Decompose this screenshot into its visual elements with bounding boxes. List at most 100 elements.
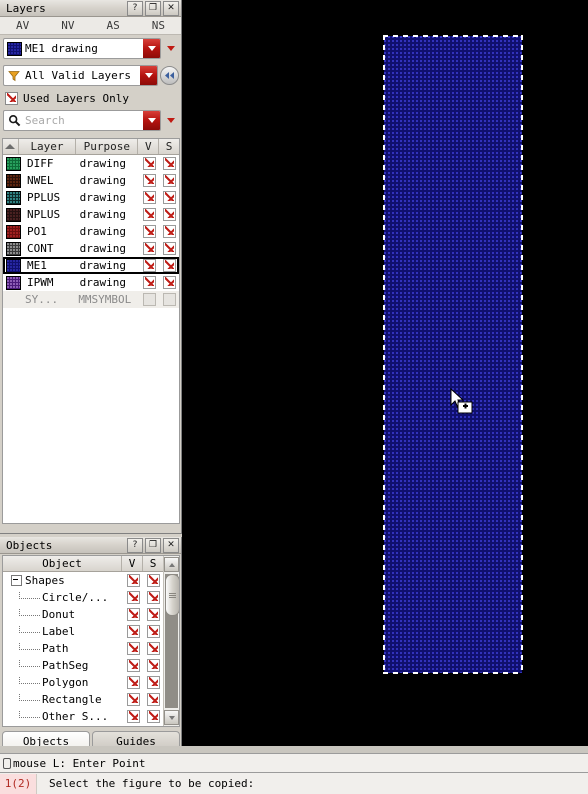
object-visible-checkbox[interactable] (126, 693, 140, 706)
layer-row[interactable]: DIFF drawing (3, 155, 179, 172)
object-row[interactable]: Path (3, 640, 163, 657)
object-selectable-checkbox[interactable] (146, 574, 160, 587)
objects-scroll-thumb[interactable] (165, 574, 179, 616)
object-row[interactable]: PathSeg (3, 657, 163, 674)
layer-visible-checkbox[interactable] (143, 191, 157, 204)
object-visible-checkbox[interactable] (126, 642, 140, 655)
toggle-av[interactable]: AV (0, 19, 45, 32)
layers-col-selectable[interactable]: S (159, 139, 179, 154)
tree-branch-line (19, 608, 40, 616)
layer-row[interactable]: SY... MMSYMBOL (3, 291, 179, 308)
layer-search-dropdown-arrow[interactable] (143, 111, 160, 130)
object-selectable-checkbox[interactable] (146, 642, 160, 655)
object-row[interactable]: Shapes (3, 572, 163, 589)
layer-visible-checkbox[interactable] (143, 242, 157, 255)
current-layer-swatch-icon (4, 41, 24, 56)
rewind-icon[interactable] (160, 66, 179, 85)
layer-search-menu-arrow[interactable] (163, 113, 179, 129)
layer-selectable-checkbox[interactable] (162, 293, 176, 306)
layout-canvas[interactable] (186, 0, 588, 746)
layers-col-layer[interactable]: Layer (19, 139, 77, 154)
object-visible-checkbox[interactable] (126, 574, 140, 587)
layer-visible-checkbox[interactable] (143, 157, 157, 170)
used-layers-only-row[interactable]: Used Layers Only (0, 89, 181, 107)
layer-row[interactable]: PO1 drawing (3, 223, 179, 240)
object-selectable-checkbox[interactable] (146, 659, 160, 672)
object-row[interactable]: Rectangle (3, 691, 163, 708)
layer-visible-checkbox[interactable] (143, 208, 157, 221)
restore-icon[interactable]: ❐ (145, 0, 161, 16)
scroll-down-icon[interactable] (164, 710, 179, 725)
objects-scrollbar[interactable] (163, 556, 179, 726)
current-layer-dropdown-arrow[interactable] (143, 39, 160, 58)
toggle-nv[interactable]: NV (45, 19, 90, 32)
layer-filter-combo[interactable]: All Valid Layers (3, 65, 158, 86)
tree-branch-line (19, 693, 40, 701)
object-selectable-checkbox[interactable] (146, 710, 160, 723)
layer-selectable-checkbox[interactable] (162, 225, 176, 238)
toggle-ns[interactable]: NS (136, 19, 181, 32)
scroll-up-icon[interactable] (164, 557, 179, 572)
layer-row[interactable]: IPWM drawing (3, 274, 179, 291)
objects-col-object[interactable]: Object (3, 556, 122, 571)
current-layer-label: ME1 drawing (25, 42, 98, 55)
toggle-as[interactable]: AS (91, 19, 136, 32)
selected-rectangle[interactable] (384, 36, 522, 673)
layer-selectable-checkbox[interactable] (162, 208, 176, 221)
object-row[interactable]: Polygon (3, 674, 163, 691)
restore-icon[interactable]: ❐ (145, 537, 161, 553)
layer-selectable-checkbox[interactable] (162, 157, 176, 170)
object-visible-checkbox[interactable] (126, 710, 140, 723)
layer-selectable-checkbox[interactable] (162, 191, 176, 204)
layer-filter-dropdown-arrow[interactable] (140, 66, 157, 85)
object-selectable-checkbox[interactable] (146, 625, 160, 638)
object-selectable-checkbox[interactable] (146, 591, 160, 604)
objects-col-visible[interactable]: V (122, 556, 143, 571)
used-layers-only-checkbox[interactable] (5, 91, 18, 105)
current-layer-combo[interactable]: ME1 drawing (3, 38, 161, 59)
layers-table[interactable]: Layer Purpose V S DIFF drawing NWEL drawing… (2, 138, 180, 524)
object-selectable-checkbox[interactable] (146, 608, 160, 621)
layer-selectable-checkbox[interactable] (162, 242, 176, 255)
layer-row[interactable]: NPLUS drawing (3, 206, 179, 223)
layer-search-field[interactable]: Search (3, 110, 161, 131)
tree-collapse-icon[interactable] (11, 575, 22, 586)
layer-visible-checkbox[interactable] (143, 174, 157, 187)
objects-panel-titlebar[interactable]: Objects ? ❐ ✕ (0, 537, 181, 554)
layers-panel-titlebar[interactable]: Layers ? ❐ ✕ (0, 0, 181, 17)
layers-col-visible[interactable]: V (138, 139, 160, 154)
object-visible-checkbox[interactable] (126, 608, 140, 621)
object-selectable-checkbox[interactable] (146, 693, 160, 706)
close-icon[interactable]: ✕ (163, 0, 179, 16)
layer-selectable-checkbox[interactable] (162, 174, 176, 187)
layer-name: NWEL (27, 174, 54, 187)
layer-row[interactable]: ME1 drawing (3, 257, 179, 274)
current-layer-menu-arrow[interactable] (163, 41, 179, 57)
objects-col-selectable[interactable]: S (143, 556, 163, 571)
objects-scroll-track[interactable] (165, 574, 179, 708)
help-icon[interactable]: ? (127, 0, 143, 16)
layers-col-purpose[interactable]: Purpose (76, 139, 139, 154)
layer-visible-checkbox[interactable] (143, 225, 157, 238)
layer-visible-checkbox[interactable] (143, 276, 157, 289)
layer-row[interactable]: PPLUS drawing (3, 189, 179, 206)
object-visible-checkbox[interactable] (126, 676, 140, 689)
object-row[interactable]: Other S... (3, 708, 163, 725)
help-icon[interactable]: ? (127, 537, 143, 553)
close-icon[interactable]: ✕ (163, 537, 179, 553)
layer-visible-checkbox[interactable] (143, 259, 157, 272)
layer-row[interactable]: NWEL drawing (3, 172, 179, 189)
layer-selectable-checkbox[interactable] (162, 276, 176, 289)
objects-table[interactable]: Object V S Shapes Circle/... Donut Label Pat… (2, 555, 180, 727)
object-selectable-checkbox[interactable] (146, 676, 160, 689)
object-row[interactable]: Circle/... (3, 589, 163, 606)
layer-visible-checkbox[interactable] (142, 293, 156, 306)
object-row[interactable]: Donut (3, 606, 163, 623)
object-row[interactable]: Label (3, 623, 163, 640)
layer-row[interactable]: CONT drawing (3, 240, 179, 257)
layer-selectable-checkbox[interactable] (162, 259, 176, 272)
object-visible-checkbox[interactable] (126, 659, 140, 672)
object-visible-checkbox[interactable] (126, 625, 140, 638)
object-visible-checkbox[interactable] (126, 591, 140, 604)
sort-caret-icon[interactable] (3, 139, 19, 154)
